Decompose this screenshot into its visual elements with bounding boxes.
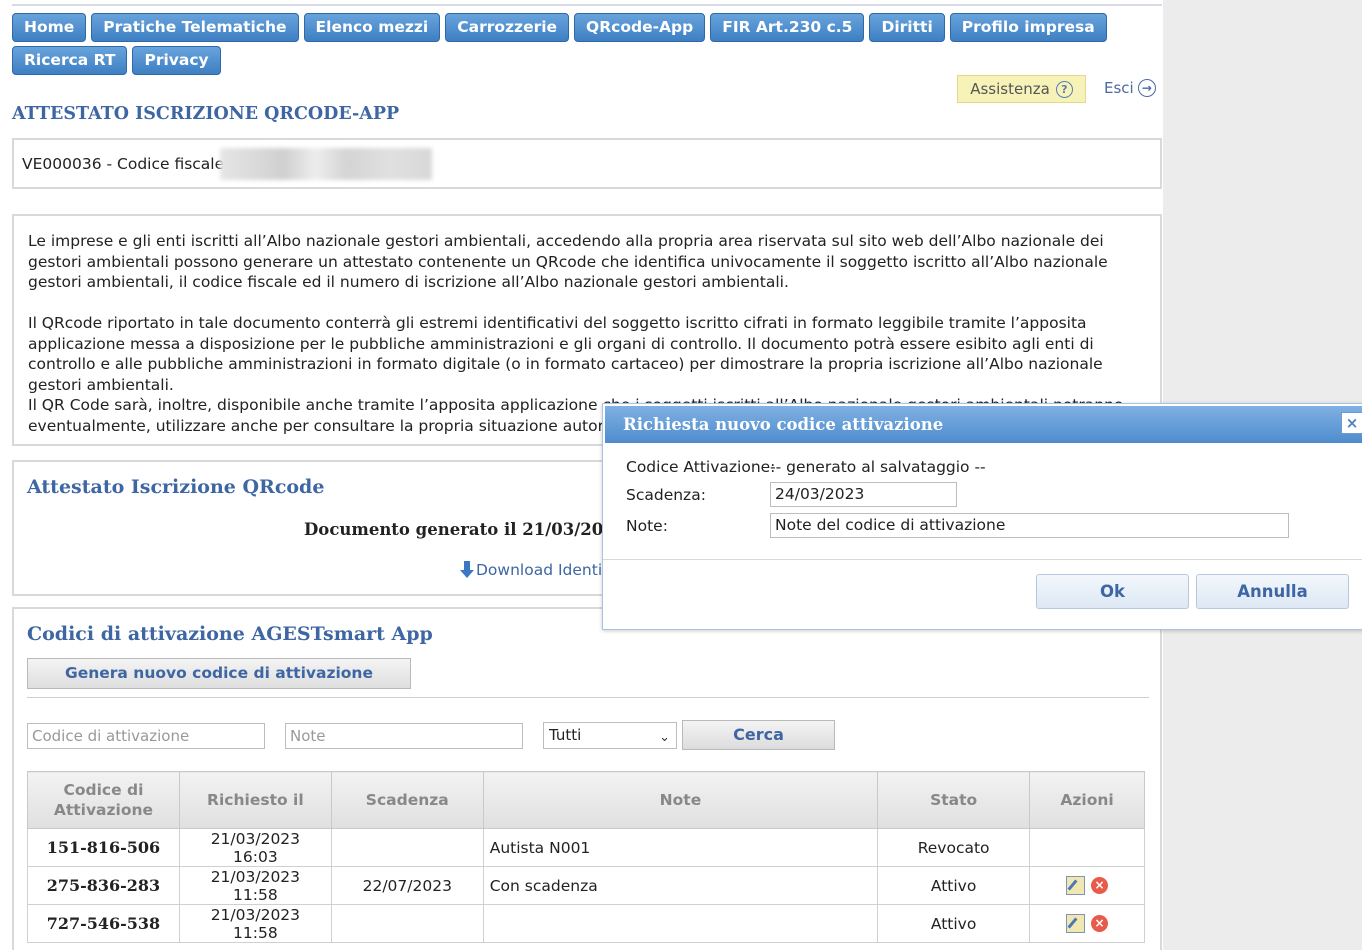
filter-code-input[interactable] [27, 723, 265, 749]
col-code[interactable]: Codice di Attivazione [27, 771, 180, 829]
download-arrow-icon [460, 561, 474, 579]
delete-x-icon[interactable]: × [1091, 877, 1109, 894]
nav-fir[interactable]: FIR Art.230 c.5 [710, 13, 865, 42]
assistance-button[interactable]: Assistenza ? [957, 75, 1086, 103]
cell-code: 275-836-283 [27, 866, 180, 905]
main-nav: Home Pratiche Telematiche Elenco mezzi C… [12, 13, 1162, 79]
nav-profilo-impresa[interactable]: Profilo impresa [949, 13, 1107, 42]
cell-note: Con scadenza [482, 866, 879, 905]
filter-note-input[interactable] [285, 723, 523, 749]
nav-qrcode-app[interactable]: QRcode-App [574, 13, 706, 42]
close-icon[interactable]: × [1341, 412, 1362, 434]
expiry-date-field[interactable]: 24/03/2023 [770, 482, 957, 507]
nav-home[interactable]: Home [12, 13, 87, 42]
info-paragraph-2: Il QRcode riportato in tale documento co… [28, 314, 1103, 394]
new-activation-code-dialog: Richiesta nuovo codice attivazione × Cod… [602, 403, 1362, 630]
cell-actions: × [1029, 866, 1145, 905]
activation-code-label: Codice Attivazione: [626, 458, 776, 476]
page-title: ATTESTATO ISCRIZIONE QRCODE-APP [12, 104, 400, 124]
table-row: 727-546-538 21/03/2023 11:58 Attivo × [27, 904, 1145, 943]
generate-code-button[interactable]: Genera nuovo codice di attivazione [27, 658, 411, 689]
table-row: 151-816-506 21/03/2023 16:03 Autista N00… [27, 828, 1145, 867]
delete-x-icon[interactable]: × [1091, 915, 1109, 932]
cell-note [482, 904, 879, 943]
search-button[interactable]: Cerca [682, 720, 835, 750]
dialog-title: Richiesta nuovo codice attivazione [605, 406, 1362, 443]
attestato-title: Attestato Iscrizione QRcode [27, 476, 325, 498]
cell-expiry [330, 828, 484, 867]
dialog-divider [603, 559, 1362, 560]
cell-actions: × [1029, 904, 1145, 943]
table-row: 275-836-283 21/03/2023 11:58 22/07/2023 … [27, 866, 1145, 905]
download-label: Download Identif [476, 561, 608, 579]
nav-row-1: Home Pratiche Telematiche Elenco mezzi C… [12, 13, 1162, 42]
top-divider [12, 4, 1162, 6]
cancel-button[interactable]: Annulla [1196, 574, 1349, 609]
nav-ricerca-rt[interactable]: Ricerca RT [12, 46, 128, 75]
download-link[interactable]: Download Identif [460, 561, 608, 579]
col-requested[interactable]: Richiesto il [178, 771, 332, 829]
cell-requested: 21/03/2023 16:03 [178, 828, 332, 867]
registration-label: VE000036 - Codice fiscale: [22, 155, 230, 173]
document-generated-text: Documento generato il 21/03/2023 [304, 520, 627, 539]
cell-status: Attivo [877, 904, 1031, 943]
nav-carrozzerie[interactable]: Carrozzerie [445, 13, 570, 42]
cell-expiry [330, 904, 484, 943]
ok-button[interactable]: Ok [1036, 574, 1189, 609]
edit-pencil-icon[interactable] [1066, 876, 1086, 895]
nav-pratiche-telematiche[interactable]: Pratiche Telematiche [91, 13, 299, 42]
col-note[interactable]: Note [482, 771, 879, 829]
nav-elenco-mezzi[interactable]: Elenco mezzi [303, 13, 441, 42]
edit-pencil-icon[interactable] [1066, 914, 1086, 933]
activation-codes-table: Codice di Attivazione Richiesto il Scade… [27, 771, 1145, 943]
activation-codes-title: Codici di attivazione AGESTsmart App [27, 623, 433, 645]
table-header-row: Codice di Attivazione Richiesto il Scade… [27, 771, 1145, 829]
expiry-label: Scadenza: [626, 486, 706, 504]
redacted-tax-code [220, 148, 432, 180]
assistance-label: Assistenza [970, 80, 1050, 98]
cell-requested: 21/03/2023 11:58 [178, 866, 332, 905]
nav-diritti[interactable]: Diritti [869, 13, 945, 42]
help-circle-icon: ? [1055, 80, 1073, 98]
col-expiry[interactable]: Scadenza [330, 771, 484, 829]
note-field[interactable]: Note del codice di attivazione [770, 513, 1289, 538]
logout-label: Esci [1104, 79, 1134, 97]
note-label: Note: [626, 517, 668, 535]
col-status[interactable]: Stato [877, 771, 1031, 829]
col-actions: Azioni [1029, 771, 1145, 829]
cell-expiry: 22/07/2023 [330, 866, 484, 905]
cell-requested: 21/03/2023 11:58 [178, 904, 332, 943]
status-filter-value: Tutti [549, 726, 582, 744]
activation-codes-box: Codici di attivazione AGESTsmart App Gen… [12, 607, 1162, 950]
activation-code-value: -- generato al salvataggio -- [770, 458, 986, 476]
chevron-down-icon: ⌄ [659, 730, 670, 745]
cell-status: Revocato [877, 828, 1031, 867]
cell-note: Autista N001 [482, 828, 879, 867]
registration-box: VE000036 - Codice fiscale: [12, 138, 1162, 189]
nav-row-2: Ricerca RT Privacy [12, 46, 1162, 75]
logout-arrow-icon: → [1137, 79, 1156, 97]
cell-code: 727-546-538 [27, 904, 180, 943]
cell-actions [1029, 828, 1145, 867]
status-filter-select[interactable]: Tutti ⌄ [543, 722, 677, 749]
info-paragraph-1: Le imprese e gli enti iscritti all’Albo … [28, 232, 1108, 291]
nav-privacy[interactable]: Privacy [132, 46, 221, 75]
logout-link[interactable]: Esci → [1104, 79, 1156, 97]
cell-code: 151-816-506 [27, 828, 180, 867]
cell-status: Attivo [877, 866, 1031, 905]
divider [27, 697, 1149, 698]
